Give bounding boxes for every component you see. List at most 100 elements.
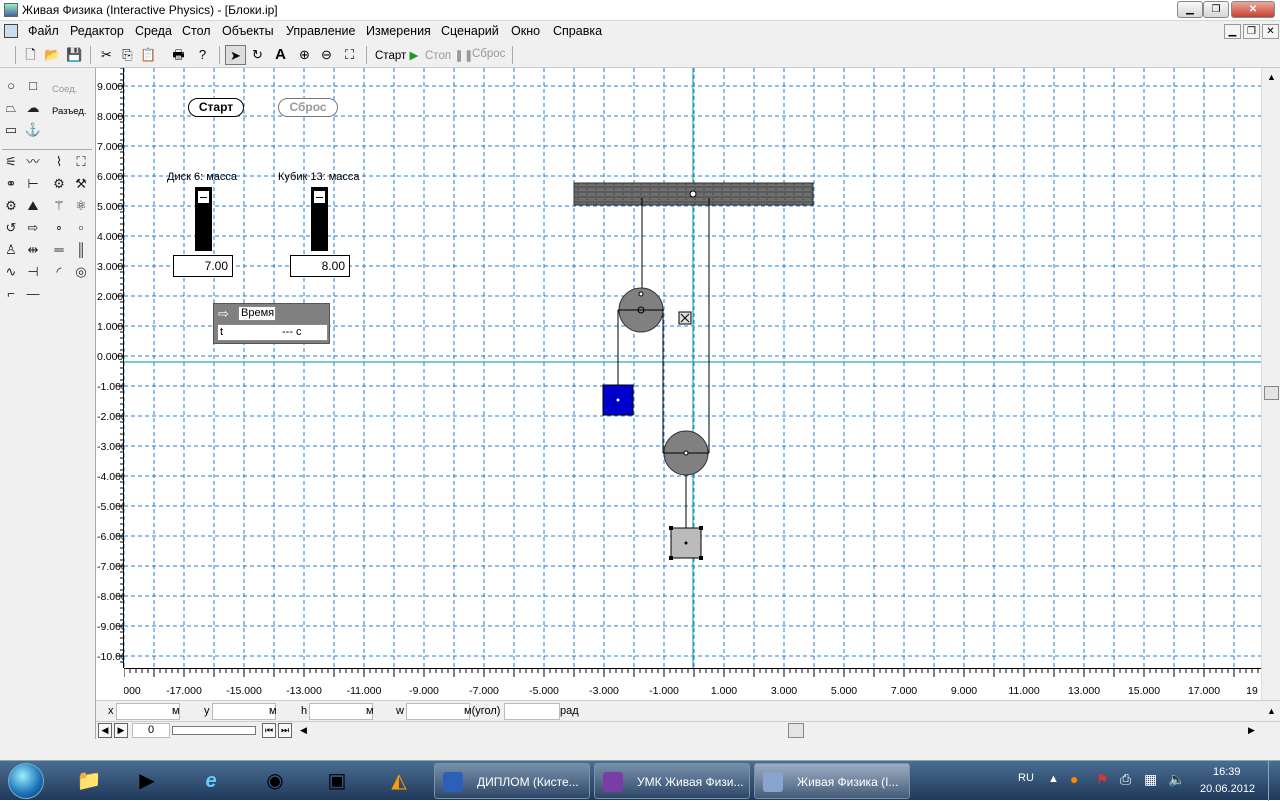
maximize-button[interactable]: ❐ [1203, 1, 1229, 18]
slider-disk-mass[interactable] [195, 187, 212, 251]
y-coord-field[interactable] [212, 703, 276, 720]
cut-icon[interactable]: ✂ [96, 45, 117, 65]
open-folder-icon[interactable]: 📂 [42, 45, 63, 65]
menu-control[interactable]: Управление [286, 24, 356, 38]
frame-counter[interactable]: 0 [132, 723, 170, 738]
square-tool-icon[interactable]: ▭ [0, 120, 22, 140]
hscroll-thumb[interactable] [788, 723, 804, 738]
clock-date[interactable]: 20.06.2012 [1200, 783, 1255, 795]
slider-knob[interactable] [313, 190, 326, 204]
curved-body-tool-icon[interactable]: ☁ [22, 98, 44, 118]
w-coord-field[interactable] [406, 703, 470, 720]
coord-scroll-up-icon[interactable]: ▲ [1264, 704, 1279, 719]
slot-icon[interactable]: ⊢ [22, 174, 44, 194]
reset-button[interactable]: Сброс [278, 98, 338, 117]
media-player-icon[interactable]: ▶ [120, 763, 174, 799]
horizontal-slot-icon[interactable]: ═ [48, 240, 70, 260]
menu-world[interactable]: Среда [135, 24, 172, 38]
arc-slot-icon[interactable]: ◜ [48, 262, 70, 282]
angle-field[interactable] [504, 703, 560, 720]
chrome-icon[interactable]: ◉ [248, 763, 302, 799]
menu-window[interactable]: Окно [511, 24, 540, 38]
run-button[interactable]: Старт ▶ [375, 48, 418, 62]
archive-icon[interactable]: ◭ [372, 763, 426, 799]
mdi-restore-button[interactable]: ❐ [1243, 24, 1260, 39]
menu-edit[interactable]: Редактор [70, 24, 124, 38]
rod-icon[interactable]: ⚚ [48, 196, 70, 216]
track-icon[interactable]: ⛰ [22, 196, 44, 216]
linear-slot-icon[interactable]: ⊣ [22, 262, 44, 282]
reset-toolbar-button[interactable]: Сброс [472, 48, 505, 60]
wave-icon[interactable]: ∿ [0, 262, 22, 282]
mdi-close-button[interactable]: ✕ [1262, 24, 1279, 39]
print-icon[interactable]: 🖶 [168, 45, 189, 65]
slider-cube-mass[interactable] [311, 187, 328, 251]
force-icon[interactable]: ⇨ [22, 218, 44, 238]
task-umk[interactable]: УМК Живая Физи... [594, 763, 750, 799]
rotate-icon[interactable]: ↻ [247, 45, 268, 65]
join-button[interactable]: Соед. [52, 84, 77, 95]
pulley-icon[interactable]: ⛶ [70, 152, 92, 172]
x-coord-field[interactable] [116, 703, 180, 720]
step-back-icon[interactable]: ◀ [98, 723, 112, 738]
clock-time[interactable]: 16:39 [1213, 766, 1241, 778]
text-tool-icon[interactable]: A [270, 45, 291, 65]
save-icon[interactable]: 💾 [64, 45, 85, 65]
hscroll-right-icon[interactable]: ▶ [1244, 723, 1259, 738]
workspace-canvas[interactable]: Старт Сброс Диск 6: масса 7.00 Кубик 13:… [124, 68, 1261, 668]
spring-damper-icon[interactable]: ⚟ [0, 152, 22, 172]
tray-device-icon[interactable]: ⎙ [1120, 771, 1131, 788]
arrow-pointer-icon[interactable]: ➤ [225, 45, 246, 65]
rectangle-tool-icon[interactable]: □ [22, 76, 44, 96]
minimize-button[interactable]: ▁ [1177, 1, 1203, 18]
vertical-slot-icon[interactable]: ║ [70, 240, 92, 260]
point-icon[interactable]: ∘ [48, 218, 70, 238]
torque-icon[interactable]: ↺ [0, 218, 22, 238]
screen-capture-icon[interactable]: ▣ [310, 763, 364, 799]
time-meter[interactable]: ⇨ Время t --- с [213, 303, 330, 344]
cube-mass-input[interactable]: 8.00 [290, 255, 350, 277]
actuator-icon[interactable]: ⚙ [48, 174, 70, 194]
anchor-tool-icon[interactable]: ⚓ [22, 120, 44, 140]
circle-tool-icon[interactable]: ○ [0, 76, 22, 96]
step-forward-icon[interactable]: ▶ [114, 723, 128, 738]
rigid-joint-icon[interactable]: — [22, 284, 44, 304]
zoom-fit-icon[interactable]: ⛶ [339, 45, 360, 65]
show-desktop-button[interactable] [1268, 761, 1280, 801]
gear-icon[interactable]: ⚙ [0, 196, 22, 216]
square-point-icon[interactable]: ▫ [70, 218, 92, 238]
menu-objects[interactable]: Объекты [222, 24, 274, 38]
new-file-icon[interactable]: 🗋 [20, 45, 41, 65]
paste-icon[interactable]: 📋 [138, 45, 159, 65]
stop-button[interactable]: Стоп ❚❚ [425, 48, 474, 62]
frame-slider[interactable] [172, 726, 256, 735]
separator-icon[interactable]: ⚛ [70, 196, 92, 216]
circle-slot-icon[interactable]: ◎ [70, 262, 92, 282]
close-button[interactable]: ✕ [1231, 1, 1275, 18]
tray-app-icon[interactable]: ● [1070, 771, 1078, 787]
task-live-physics[interactable]: Живая Физика (I... [754, 763, 910, 799]
tray-network-icon[interactable]: ▦ [1144, 771, 1157, 788]
zoom-in-icon[interactable]: ⊕ [294, 45, 315, 65]
person-icon[interactable]: ♙ [0, 240, 22, 260]
zoom-out-icon[interactable]: ⊖ [316, 45, 337, 65]
menu-help[interactable]: Справка [553, 24, 602, 38]
document-icon[interactable] [4, 24, 18, 38]
menu-script[interactable]: Сценарий [441, 24, 499, 38]
tray-volume-icon[interactable]: 🔈 [1168, 771, 1185, 788]
mdi-minimize-button[interactable]: ▁ [1224, 24, 1241, 39]
disk-mass-input[interactable]: 7.00 [173, 255, 233, 277]
language-indicator[interactable]: RU [1018, 772, 1034, 784]
scroll-up-icon[interactable]: ▲ [1264, 70, 1279, 85]
motor-icon[interactable]: ⚒ [70, 174, 92, 194]
tray-expand-icon[interactable]: ▲ [1048, 773, 1059, 785]
split-button[interactable]: Разъед. [52, 106, 87, 117]
menu-file[interactable]: Файл [28, 24, 59, 38]
rewind-icon[interactable]: ⏮ [262, 723, 276, 738]
spring-icon[interactable]: 〰 [22, 152, 44, 172]
scroll-thumb[interactable] [1264, 386, 1279, 400]
help-icon[interactable]: ? [192, 45, 213, 65]
start-button[interactable]: Старт [188, 98, 244, 117]
polygon-tool-icon[interactable]: ⏢ [0, 98, 22, 118]
joint-icon[interactable]: ⚭ [0, 174, 22, 194]
